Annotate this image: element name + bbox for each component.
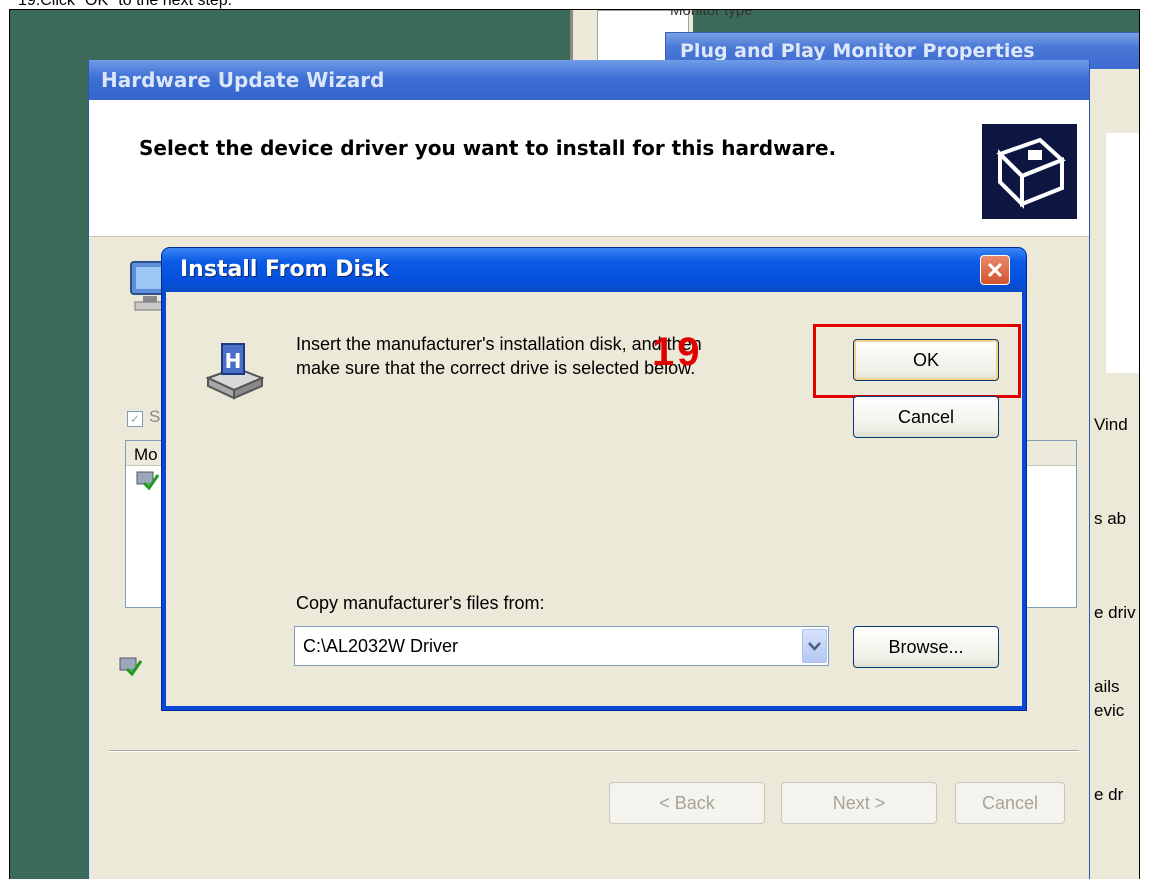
- properties-text: ails: [1094, 677, 1120, 696]
- dialog-cancel-button[interactable]: Cancel: [853, 396, 999, 438]
- dialog-title: Install From Disk: [180, 257, 389, 282]
- wizard-separator: [109, 750, 1079, 752]
- hardware-icon: [982, 124, 1077, 219]
- ok-highlight-box: [813, 324, 1021, 398]
- show-compatible-checkbox[interactable]: ✓: [127, 411, 143, 427]
- properties-text: e driv: [1094, 603, 1136, 622]
- dialog-message-line: make sure that the correct drive is sele…: [296, 358, 696, 378]
- svg-text:H: H: [225, 349, 242, 373]
- wizard-titlebar[interactable]: Hardware Update Wizard: [89, 60, 1089, 100]
- properties-text: e dr: [1094, 785, 1124, 804]
- wizard-cancel-button[interactable]: Cancel: [955, 782, 1065, 824]
- disk-icon: H: [202, 338, 266, 402]
- copy-files-label: Copy manufacturer's files from:: [296, 593, 545, 613]
- driver-check-icon: [119, 655, 143, 677]
- driver-check-icon: [136, 469, 160, 491]
- back-button[interactable]: < Back: [609, 782, 765, 824]
- step-number-annotation: 19: [652, 330, 703, 374]
- files-path-combobox[interactable]: C:\AL2032W Driver: [294, 626, 829, 666]
- dialog-message: Insert the manufacturer's installation d…: [296, 332, 816, 380]
- properties-text: evic: [1094, 701, 1125, 720]
- show-compatible-label: S: [149, 407, 161, 426]
- model-column-label: Mo: [134, 445, 158, 464]
- monitor-properties-title: Plug and Play Monitor Properties: [680, 40, 1035, 62]
- wizard-heading: Select the device driver you want to ins…: [139, 136, 837, 160]
- properties-text: Vind: [1094, 415, 1128, 434]
- wizard-header: Select the device driver you want to ins…: [89, 100, 1089, 237]
- install-from-disk-dialog: Install From Disk ✕ H Insert the manufac…: [162, 248, 1026, 710]
- dialog-message-line: Insert the manufacturer's installation d…: [296, 334, 702, 354]
- monitor-type-label: Monitor type: [670, 9, 753, 19]
- browse-button[interactable]: Browse...: [853, 626, 999, 668]
- next-button[interactable]: Next >: [781, 782, 937, 824]
- monitor-properties-panel: [1106, 133, 1139, 373]
- close-icon[interactable]: ✕: [980, 255, 1010, 285]
- screenshot-frame: Monitor type Plug and Play Monitor Prope…: [9, 9, 1140, 879]
- wizard-title: Hardware Update Wizard: [101, 68, 385, 92]
- files-path-value: C:\AL2032W Driver: [303, 636, 459, 656]
- dropdown-arrow-icon[interactable]: [802, 629, 827, 663]
- properties-text: s ab: [1094, 509, 1127, 528]
- dialog-titlebar[interactable]: Install From Disk ✕: [162, 248, 1026, 292]
